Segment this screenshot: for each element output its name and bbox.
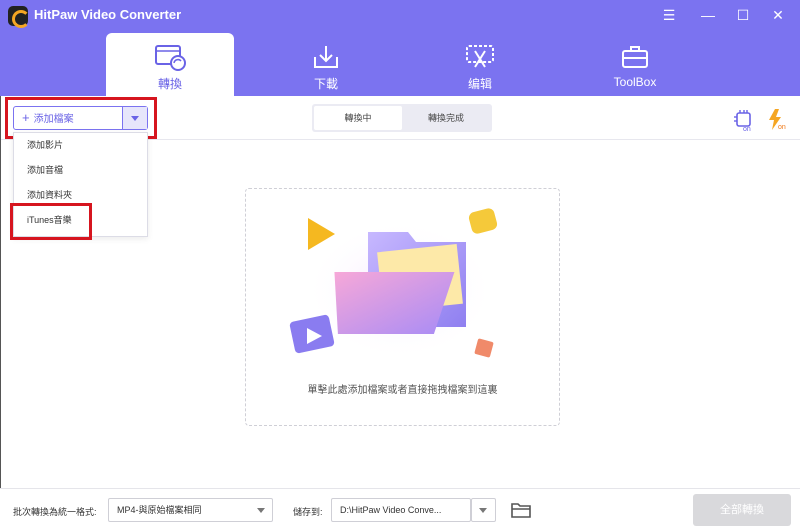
menu-button[interactable]: ☰	[656, 4, 682, 26]
close-button[interactable]: ✕	[765, 4, 791, 26]
tab-toolbox-label: ToolBox	[613, 75, 657, 89]
add-file-dropdown-toggle[interactable]	[122, 107, 147, 129]
status-segmented-control: 轉換中 轉換完成	[312, 104, 492, 132]
add-file-menu: 添加影片 添加音檔 添加資料夾 iTunes音樂	[13, 132, 148, 237]
save-path-value: D:\HitPaw Video Conve...	[340, 505, 442, 515]
menu-item-add-folder[interactable]: 添加資料夾	[14, 183, 147, 208]
open-folder-icon[interactable]	[510, 501, 532, 519]
chevron-down-icon	[257, 508, 265, 513]
window-left-border	[0, 96, 1, 488]
add-file-main[interactable]: + 添加檔案	[14, 107, 122, 129]
app-title: HitPaw Video Converter	[34, 7, 182, 22]
tab-toolbox[interactable]: ToolBox	[571, 33, 699, 96]
download-icon	[314, 46, 338, 68]
tab-edit[interactable]: 编辑	[416, 33, 544, 96]
drop-zone-hint: 單擊此處添加檔案或者直接拖拽檔案到這裏	[307, 385, 498, 396]
maximize-button[interactable]: ☐	[730, 4, 756, 26]
tab-convert[interactable]: 轉換	[106, 33, 234, 96]
folder-illustration	[289, 208, 498, 360]
lightning-on-icon[interactable]: on	[766, 108, 790, 132]
svg-text:on: on	[778, 124, 786, 131]
menu-item-add-video[interactable]: 添加影片	[14, 133, 147, 158]
add-file-button[interactable]: + 添加檔案	[13, 106, 148, 130]
plus-icon: +	[22, 110, 30, 125]
tab-converting[interactable]: 轉換中	[314, 106, 402, 130]
save-path-field[interactable]: D:\HitPaw Video Conve...	[331, 498, 471, 522]
menu-item-itunes-music[interactable]: iTunes音樂	[14, 208, 147, 233]
edit-scissors-icon	[466, 45, 494, 68]
cpu-on-icon[interactable]: on	[732, 108, 756, 132]
svg-text:on: on	[743, 126, 751, 132]
minimize-button[interactable]: —	[695, 4, 721, 26]
tab-converted[interactable]: 轉換完成	[402, 106, 490, 130]
tab-convert-label: 轉換	[157, 77, 182, 91]
menu-item-add-audio[interactable]: 添加音檔	[14, 158, 147, 183]
toolbox-icon	[622, 46, 648, 68]
save-path-dropdown[interactable]	[471, 498, 496, 522]
format-label: 批次轉換為統一格式:	[13, 507, 97, 517]
convert-film-icon	[155, 45, 186, 71]
convert-all-button[interactable]: 全部轉換	[693, 494, 791, 526]
tab-download[interactable]: 下載	[262, 33, 390, 96]
tab-download-label: 下載	[313, 77, 338, 91]
tab-edit-label: 编辑	[467, 77, 492, 91]
app-logo	[8, 6, 30, 28]
add-file-label: 添加檔案	[33, 114, 74, 125]
format-select[interactable]: MP4-與原始檔案相同	[108, 498, 273, 522]
save-to-label: 儲存到:	[293, 507, 323, 517]
format-value: MP4-與原始檔案相同	[117, 505, 202, 515]
